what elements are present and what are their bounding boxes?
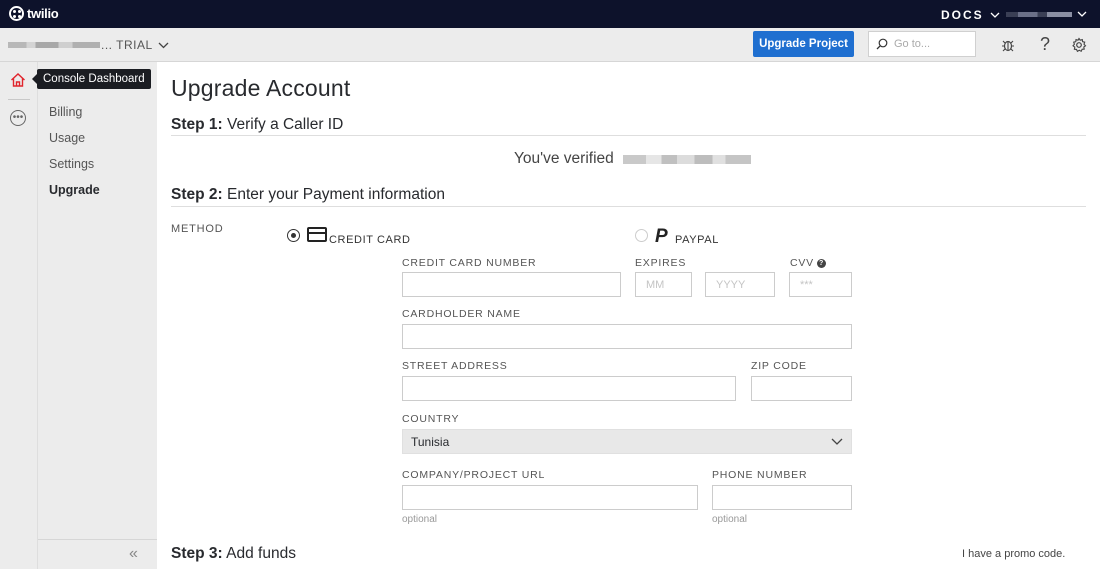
method-label: METHOD [171,223,224,235]
country-select[interactable]: Tunisia [402,429,852,454]
company-url-input[interactable] [402,485,698,510]
docs-label: DOCS [941,8,984,22]
settings-gear-icon[interactable] [1071,37,1087,53]
upgrade-project-button[interactable]: Upgrade Project [753,31,854,57]
company-url-optional-hint: optional [402,514,438,525]
home-icon[interactable] [9,71,27,89]
verified-number-redacted [623,155,751,164]
step-3-text: Add funds [222,545,296,562]
step-3-number: Step 3: [171,545,223,562]
promo-code-link[interactable]: I have a promo code. [962,548,1065,560]
divider [171,206,1086,207]
main-content: Upgrade Account Step 1: Verify a Caller … [157,62,1100,569]
month-placeholder: MM [646,278,665,291]
search-placeholder: Go to... [894,38,931,50]
account-name-redacted[interactable] [1006,12,1072,17]
sidebar-item-billing[interactable]: Billing [49,105,82,119]
icon-rail: ••• [0,62,38,569]
zip-code-label: ZIP CODE [751,360,807,372]
paypal-icon: P [655,226,668,247]
verified-caller-text: You've verified [514,150,614,167]
console-dashboard-tooltip: Console Dashboard [32,69,151,89]
step-3-heading: Step 3: Add funds [171,545,296,563]
sidebar-item-upgrade[interactable]: Upgrade [49,183,100,197]
step-1-number: Step 1: [171,116,223,133]
street-address-label: STREET ADDRESS [402,360,508,372]
logo-text: twilio [27,6,59,21]
cardholder-name-input[interactable] [402,324,852,349]
cvv-label: CVV [790,257,814,269]
chevron-down-icon [158,42,169,48]
step-1-text: Verify a Caller ID [222,116,344,133]
step-2-heading: Step 2: Enter your Payment information [171,186,445,204]
chevron-down-icon [831,438,843,445]
goto-search-input[interactable]: Go to... [868,31,976,57]
step-2-number: Step 2: [171,186,223,203]
more-ellipsis-icon[interactable]: ••• [10,110,26,126]
phone-number-input[interactable] [712,485,852,510]
collapse-sidebar-button[interactable]: « [38,539,157,569]
country-value: Tunisia [411,434,450,449]
sidebar: Billing Usage Settings Upgrade « [38,62,157,569]
divider [171,135,1086,136]
debugger-bug-icon[interactable] [1000,37,1016,53]
credit-card-radio[interactable] [287,229,300,242]
step-2-text: Enter your Payment information [222,186,445,203]
project-selector[interactable]: ... TRIAL [101,38,169,52]
year-placeholder: YYYY [716,278,746,291]
search-icon [876,38,888,50]
docs-menu[interactable]: DOCS [941,8,1000,22]
help-circle-icon[interactable]: ? [817,258,826,268]
credit-card-icon [307,227,327,242]
top-bar: twilio DOCS [0,0,1100,28]
phone-optional-hint: optional [712,514,748,525]
cvv-input[interactable]: *** [789,272,852,297]
chevron-down-icon [990,12,1000,18]
twilio-logo-icon [9,6,24,21]
project-bar: ... TRIAL Upgrade Project Go to... ? [0,28,1100,62]
double-chevron-left-icon: « [129,545,138,562]
paypal-label[interactable]: PAYPAL [675,234,719,246]
country-label: COUNTRY [402,413,460,425]
card-number-label: CREDIT CARD NUMBER [402,257,537,269]
cardholder-name-label: CARDHOLDER NAME [402,308,521,320]
zip-code-input[interactable] [751,376,852,401]
paypal-radio[interactable] [635,229,648,242]
page-title: Upgrade Account [171,75,351,101]
expiry-month-input[interactable]: MM [635,272,692,297]
company-url-label: COMPANY/PROJECT URL [402,469,546,481]
cvv-label-group: CVV ? [790,257,826,269]
phone-number-label: PHONE NUMBER [712,469,808,481]
sidebar-item-settings[interactable]: Settings [49,157,94,171]
expires-label: EXPIRES [635,257,687,269]
street-address-input[interactable] [402,376,736,401]
twilio-logo[interactable]: twilio [9,6,59,21]
project-name-redacted[interactable] [8,42,100,48]
rail-divider [8,99,30,100]
credit-card-label[interactable]: CREDIT CARD [329,234,411,246]
project-trial-label: ... TRIAL [101,38,153,52]
cvv-placeholder: *** [800,278,813,291]
account-chevron-down-icon[interactable] [1077,11,1087,18]
expiry-year-input[interactable]: YYYY [705,272,775,297]
step-1-heading: Step 1: Verify a Caller ID [171,116,343,134]
card-number-input[interactable] [402,272,621,297]
help-icon[interactable]: ? [1040,34,1050,55]
sidebar-item-usage[interactable]: Usage [49,131,85,145]
